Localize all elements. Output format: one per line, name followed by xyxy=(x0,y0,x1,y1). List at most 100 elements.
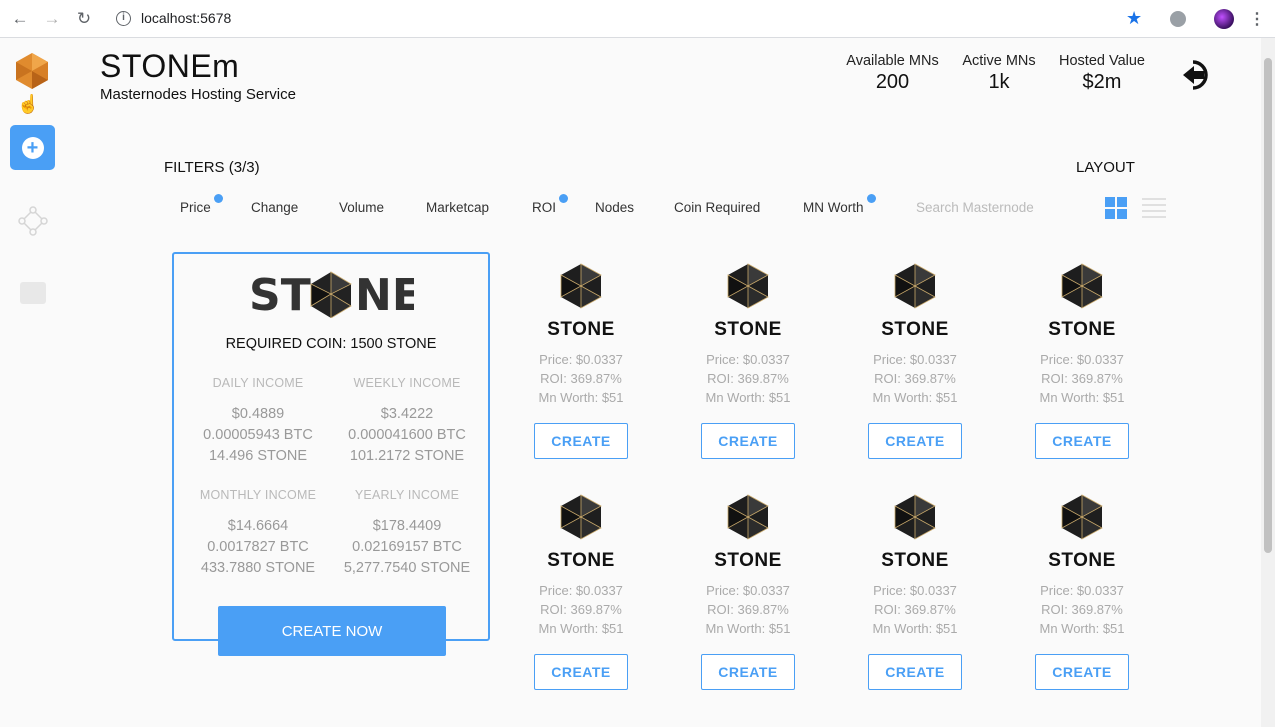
active-dot-icon xyxy=(213,194,223,203)
coin-name: STONE xyxy=(714,319,782,340)
coin-price: Price: $0.0337 xyxy=(1040,583,1124,598)
stone-coin-icon xyxy=(727,263,769,309)
reload-icon[interactable]: ↻ xyxy=(74,9,94,29)
stone-coin-icon xyxy=(1061,494,1103,540)
filter-change[interactable]: Change xyxy=(251,200,298,215)
filter-label: MN Worth xyxy=(803,200,864,215)
bookmark-star-icon[interactable]: ★ xyxy=(1126,8,1142,29)
create-button[interactable]: CREATE xyxy=(1035,423,1129,459)
weekly-income: WEEKLY INCOME $3.4222 0.000041600 BTC 10… xyxy=(332,376,482,467)
masternode-card: STONE Price: $0.0337 ROI: 369.87% Mn Wor… xyxy=(835,494,995,714)
page-scrollbar[interactable] xyxy=(1261,38,1275,727)
stone-wordmark-logo: ST NE xyxy=(249,270,414,318)
stat-available-mns: Available MNs 200 xyxy=(842,53,943,94)
income-label: DAILY INCOME xyxy=(212,376,304,390)
create-button[interactable]: CREATE xyxy=(534,654,628,690)
scrollbar-thumb[interactable] xyxy=(1264,58,1272,553)
create-button[interactable]: CREATE xyxy=(701,654,795,690)
coin-worth: Mn Worth: $51 xyxy=(538,621,624,636)
add-masternode-button[interactable]: + xyxy=(10,125,55,170)
extension-icon[interactable] xyxy=(1170,11,1186,27)
filter-nodes[interactable]: Nodes xyxy=(595,200,634,215)
coin-name: STONE xyxy=(547,550,615,571)
stat-value: 200 xyxy=(875,71,910,93)
list-layout-icon[interactable] xyxy=(1142,198,1166,218)
active-dot-icon xyxy=(866,194,876,203)
coin-price: Price: $0.0337 xyxy=(873,583,957,598)
coin-roi: ROI: 369.87% xyxy=(1041,602,1123,617)
required-coin: REQUIRED COIN: 1500 STONE xyxy=(225,336,437,352)
coin-name: STONE xyxy=(1048,319,1116,340)
create-button[interactable]: CREATE xyxy=(868,423,962,459)
stone-coin-icon xyxy=(894,494,936,540)
coin-name: STONE xyxy=(881,319,949,340)
coin-roi: ROI: 369.87% xyxy=(540,602,622,617)
daily-income: DAILY INCOME $0.4889 0.00005943 BTC 14.4… xyxy=(183,376,333,467)
coin-price: Price: $0.0337 xyxy=(873,352,957,367)
logout-arrow-icon[interactable] xyxy=(1180,58,1214,92)
stone-coin-icon xyxy=(560,494,602,540)
masternode-card: STONE Price: $0.0337 ROI: 369.87% Mn Wor… xyxy=(1002,494,1162,714)
create-button[interactable]: CREATE xyxy=(868,654,962,690)
coin-worth: Mn Worth: $51 xyxy=(1039,621,1125,636)
browser-menu-icon[interactable]: ⋮ xyxy=(1249,9,1265,29)
info-icon[interactable]: i xyxy=(116,11,131,26)
filter-mn-worth[interactable]: MN Worth xyxy=(803,194,876,215)
back-arrow-icon[interactable]: ← xyxy=(10,9,30,29)
coin-roi: ROI: 369.87% xyxy=(874,602,956,617)
coin-worth: Mn Worth: $51 xyxy=(872,390,958,405)
income-coin: 14.496 STONE xyxy=(208,448,308,464)
create-button[interactable]: CREATE xyxy=(1035,654,1129,690)
browser-toolbar: ← → ↻ i localhost:5678 ★ ⋮ xyxy=(0,0,1275,38)
coin-price: Price: $0.0337 xyxy=(539,352,623,367)
stat-label: Hosted Value xyxy=(1059,53,1145,69)
coin-price: Price: $0.0337 xyxy=(539,583,623,598)
coin-worth: Mn Worth: $51 xyxy=(872,621,958,636)
brand-subtitle: Masternodes Hosting Service xyxy=(100,86,296,103)
filter-marketcap[interactable]: Marketcap xyxy=(426,200,489,215)
coin-roi: ROI: 369.87% xyxy=(1041,371,1123,386)
masternode-card: STONE Price: $0.0337 ROI: 369.87% Mn Wor… xyxy=(501,494,661,714)
coin-roi: ROI: 369.87% xyxy=(707,602,789,617)
hand-cursor-icon: ☝ xyxy=(17,94,40,114)
filter-coin-required[interactable]: Coin Required xyxy=(674,200,760,215)
coin-name: STONE xyxy=(1048,550,1116,571)
nodes-network-icon[interactable] xyxy=(18,206,48,236)
forward-arrow-icon[interactable]: → xyxy=(42,9,62,29)
profile-avatar[interactable] xyxy=(1214,9,1234,29)
income-coin: 5,277.7540 STONE xyxy=(343,560,471,576)
search-masternode-input[interactable] xyxy=(916,200,1066,215)
income-coin: 101.2172 STONE xyxy=(349,448,465,464)
filter-label: Volume xyxy=(339,200,385,215)
coin-price: Price: $0.0337 xyxy=(706,583,790,598)
layout-title: LAYOUT xyxy=(1076,159,1135,176)
address-bar[interactable]: localhost:5678 xyxy=(141,10,231,26)
income-usd: $3.4222 xyxy=(380,406,434,422)
create-button[interactable]: CREATE xyxy=(701,423,795,459)
stone-coin-icon xyxy=(560,263,602,309)
grid-layout-icon[interactable] xyxy=(1105,197,1127,219)
income-label: MONTHLY INCOME xyxy=(199,488,317,502)
coin-price: Price: $0.0337 xyxy=(1040,352,1124,367)
coin-name: STONE xyxy=(881,550,949,571)
filter-volume[interactable]: Volume xyxy=(339,200,384,215)
coin-roi: ROI: 369.87% xyxy=(874,371,956,386)
filter-label: Marketcap xyxy=(426,200,490,215)
active-dot-icon xyxy=(559,194,569,203)
create-button[interactable]: CREATE xyxy=(534,423,628,459)
wallet-card-icon[interactable] xyxy=(20,282,46,304)
filter-price[interactable]: Price xyxy=(180,194,223,215)
coin-roi: ROI: 369.87% xyxy=(540,371,622,386)
income-btc: 0.0017827 BTC xyxy=(207,539,309,555)
coin-worth: Mn Worth: $51 xyxy=(705,621,791,636)
stonem-logo-icon[interactable] xyxy=(13,52,51,90)
create-now-button[interactable]: CREATE NOW xyxy=(218,606,446,656)
coin-worth: Mn Worth: $51 xyxy=(705,390,791,405)
income-coin: 433.7880 STONE xyxy=(200,560,316,576)
coin-worth: Mn Worth: $51 xyxy=(538,390,624,405)
income-btc: 0.000041600 BTC xyxy=(348,427,466,443)
stat-label: Active MNs xyxy=(962,53,1036,69)
coin-worth: Mn Worth: $51 xyxy=(1039,390,1125,405)
income-label: WEEKLY INCOME xyxy=(353,376,461,390)
filter-roi[interactable]: ROI xyxy=(532,194,569,215)
